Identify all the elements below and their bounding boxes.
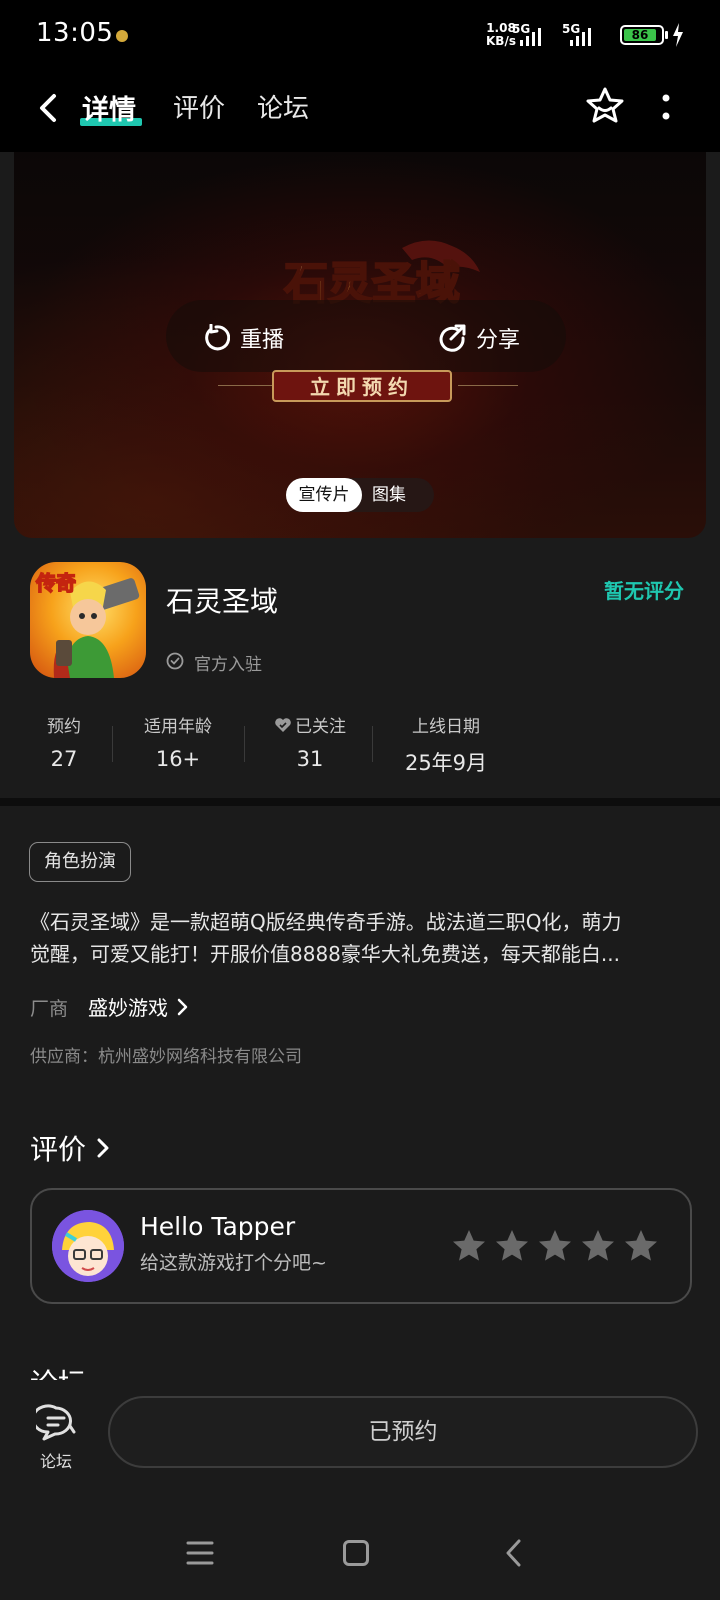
stat-age-rating: 适用年龄 16+ [136, 712, 220, 771]
verified-icon [166, 652, 184, 670]
verified-label: 官方入驻 [194, 655, 262, 675]
stat-value: 27 [50, 747, 78, 771]
vendor-name: 盛妙游戏 [88, 996, 168, 1020]
rating-star-icon[interactable] [537, 1228, 573, 1264]
replay-icon [205, 324, 230, 351]
status-time: 13:05 [36, 18, 114, 48]
game-description[interactable]: 《石灵圣域》是一款超萌Q版经典传奇手游。战法道三职Q化，萌力 觉醒，可爱又能打！… [30, 906, 694, 970]
forum-shortcut-label[interactable]: 论坛 [40, 1448, 72, 1472]
media-tab-video[interactable]: 宣传片 [286, 478, 362, 512]
system-menu-icon[interactable] [186, 1540, 214, 1566]
rating-star-icon[interactable] [451, 1228, 487, 1264]
genre-tag[interactable]: 角色扮演 [29, 842, 131, 882]
avatar [52, 1210, 124, 1282]
forum-chat-icon[interactable] [36, 1404, 78, 1444]
preorder-plaque: 立即预约 [272, 370, 452, 402]
stat-reservations: 预约 27 [42, 712, 86, 771]
notification-icon [116, 30, 128, 42]
chevron-right-icon [177, 998, 188, 1015]
plaque-line-right [458, 385, 518, 386]
battery-tip [665, 31, 668, 39]
stat-divider [112, 726, 113, 762]
supplier-info: 供应商：杭州盛妙网络科技有限公司 [30, 1047, 302, 1067]
rating-star-icon[interactable] [580, 1228, 616, 1264]
review-heading-label: 评价 [30, 1133, 87, 1166]
description-line: 觉醒，可爱又能打！开服价值8888豪华大礼免费送，每天都能白... [30, 942, 620, 966]
reserved-button[interactable]: 已预约 [108, 1396, 698, 1468]
review-prompt: 给这款游戏打个分吧~ [140, 1252, 327, 1274]
forum-section-heading[interactable]: 论坛 [30, 1362, 86, 1380]
signal-sim2-icon: 5G [562, 22, 602, 48]
tab-detail[interactable]: 详情 [82, 88, 136, 127]
media-tab-gallery[interactable]: 图集 [372, 478, 406, 512]
rating-star-icon[interactable] [494, 1228, 530, 1264]
stat-value: 31 [296, 747, 324, 771]
battery-icon: 86 [620, 25, 664, 45]
tab-forum[interactable]: 论坛 [257, 88, 309, 125]
stat-divider [244, 726, 245, 762]
system-back-icon[interactable] [504, 1538, 524, 1568]
back-arrow-icon[interactable] [34, 90, 64, 126]
stat-key: 预约 [47, 717, 81, 737]
signal-sim1-icon: 5G [512, 22, 552, 48]
rating-status[interactable]: 暂无评分 [604, 575, 684, 604]
vendor-link[interactable]: 盛妙游戏 [88, 992, 188, 1021]
stat-key: 上线日期 [412, 717, 480, 737]
charging-icon [673, 23, 683, 47]
tab-review[interactable]: 评价 [173, 88, 225, 125]
app-icon-art: 传奇 [34, 570, 140, 678]
section-separator [0, 798, 720, 806]
video-banner[interactable]: 石灵圣域 立即预约 重播 分享 宣传片 图集 [14, 152, 706, 538]
stat-key: 已关注 [295, 717, 346, 737]
stat-followers[interactable]: 已关注 31 [268, 712, 352, 771]
stat-key-row: 已关注 [268, 712, 352, 737]
description-line: 《石灵圣域》是一款超萌Q版经典传奇手游。战法道三职Q化，萌力 [30, 910, 622, 934]
rating-stars [451, 1228, 659, 1264]
plaque-line-left [218, 385, 278, 386]
forum-heading-label: 论坛 [30, 1367, 86, 1380]
vendor-key: 厂商 [30, 998, 69, 1020]
share-label: 分享 [476, 328, 521, 353]
heart-check-icon [275, 717, 291, 732]
share-icon [439, 324, 466, 352]
replay-button[interactable]: 重播 [202, 322, 284, 354]
stat-value: 25年9月 [404, 751, 488, 775]
user-name: Hello Tapper [140, 1212, 296, 1241]
stat-launch-date: 上线日期 25年9月 [396, 712, 496, 777]
stat-divider [372, 726, 373, 762]
star-add-icon[interactable] [585, 86, 625, 126]
app-name: 石灵圣域 [166, 585, 279, 618]
stat-value: 16+ [155, 747, 201, 771]
stat-key: 适用年龄 [144, 717, 212, 737]
system-home-icon[interactable] [343, 1540, 369, 1566]
chevron-right-icon [97, 1138, 109, 1158]
share-button[interactable]: 分享 [438, 322, 520, 354]
rating-star-icon[interactable] [623, 1228, 659, 1264]
app-icon[interactable]: 传奇 [30, 562, 146, 678]
more-vertical-icon[interactable] [660, 92, 672, 122]
app-icon-badge-text: 传奇 [35, 571, 76, 595]
battery-level: 86 [631, 28, 649, 42]
avatar-art [52, 1210, 124, 1282]
replay-label: 重播 [240, 328, 285, 353]
review-section-heading[interactable]: 评价 [30, 1128, 110, 1168]
